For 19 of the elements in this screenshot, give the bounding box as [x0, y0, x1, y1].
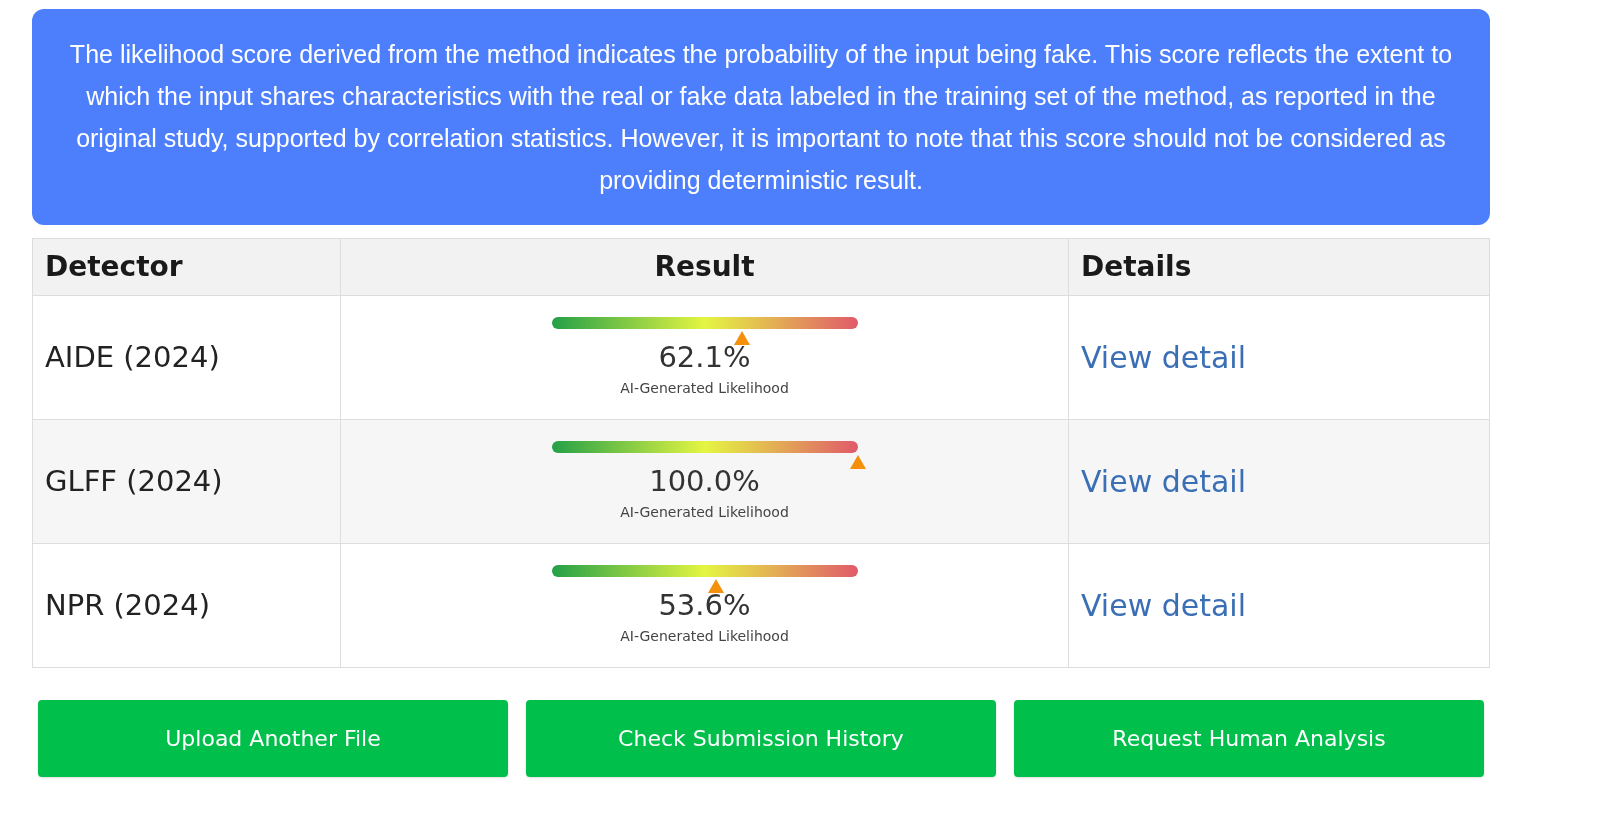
detector-name: GLFF (2024) — [32, 419, 341, 544]
detector-name: NPR (2024) — [32, 543, 341, 668]
action-button[interactable]: Request Human Analysis — [1014, 700, 1484, 777]
column-header: Result — [340, 238, 1069, 296]
score-caption: AI-Generated Likelihood — [620, 626, 789, 646]
view-detail-link[interactable]: View detail — [1081, 588, 1247, 623]
action-button[interactable]: Check Submission History — [526, 700, 996, 777]
view-detail-link[interactable]: View detail — [1081, 464, 1247, 499]
action-button[interactable]: Upload Another File — [38, 700, 508, 777]
score-caption: AI-Generated Likelihood — [620, 502, 789, 522]
column-header: Details — [1068, 238, 1490, 296]
column-header: Detector — [32, 238, 341, 296]
notice-banner: The likelihood score derived from the method indicates the probability of the input being fake. This score reflects the extent to which the input shares characteristics with the real or fake data labeled in the training set of the method, as reported in the original study, supported by correlation statistics. However, it is important to note that this score should not be considered as providing deterministic result. — [32, 9, 1490, 225]
score-value: 100.0% — [649, 466, 760, 496]
score-value: 53.6% — [658, 590, 751, 620]
score-caption: AI-Generated Likelihood — [620, 378, 789, 398]
view-detail-link[interactable]: View detail — [1081, 340, 1247, 375]
detector-name: AIDE (2024) — [32, 295, 341, 420]
score-value: 62.1% — [658, 342, 751, 372]
